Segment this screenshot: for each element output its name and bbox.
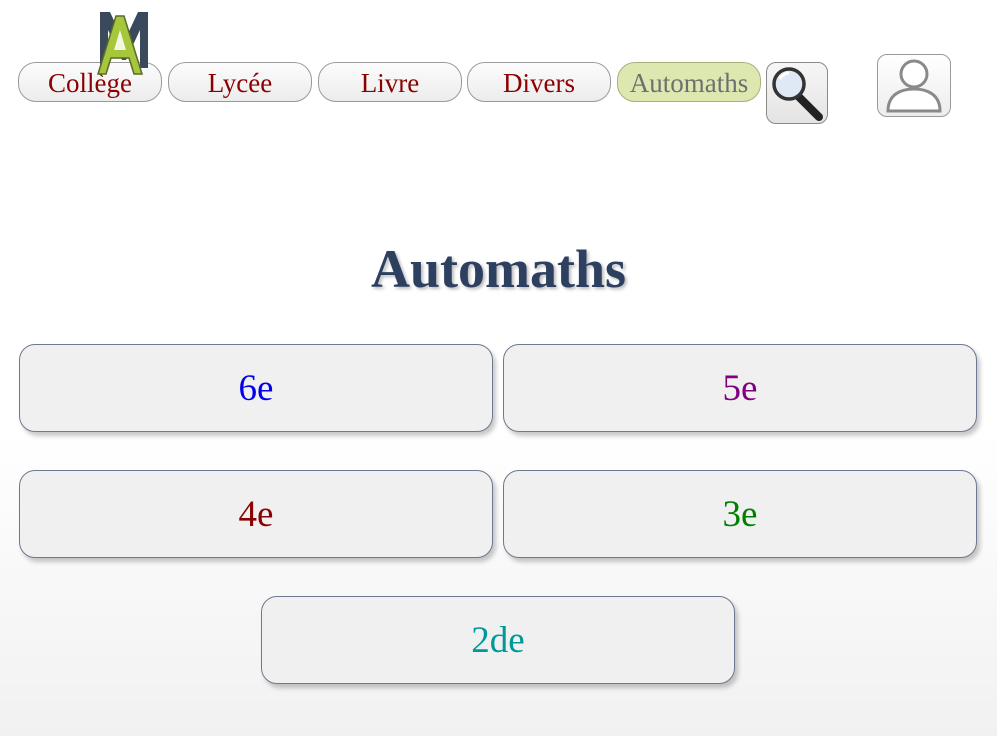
search-button[interactable] (766, 62, 828, 124)
level-button-4e[interactable]: 4e (19, 470, 493, 558)
tab-livre[interactable]: Livre (318, 62, 462, 102)
tab-lycee[interactable]: Lycée (168, 62, 312, 102)
user-icon (886, 59, 942, 113)
page-title: Automaths (370, 239, 627, 299)
tab-divers[interactable]: Divers (467, 62, 611, 102)
level-button-3e[interactable]: 3e (503, 470, 977, 558)
level-button-6e[interactable]: 6e (19, 344, 493, 432)
site-logo-icon[interactable] (96, 8, 152, 78)
tab-automaths[interactable]: Automaths (617, 62, 761, 102)
level-button-5e[interactable]: 5e (503, 344, 977, 432)
magnifier-icon (772, 67, 823, 121)
user-account-button[interactable] (877, 54, 951, 117)
level-button-2de[interactable]: 2de (261, 596, 735, 684)
